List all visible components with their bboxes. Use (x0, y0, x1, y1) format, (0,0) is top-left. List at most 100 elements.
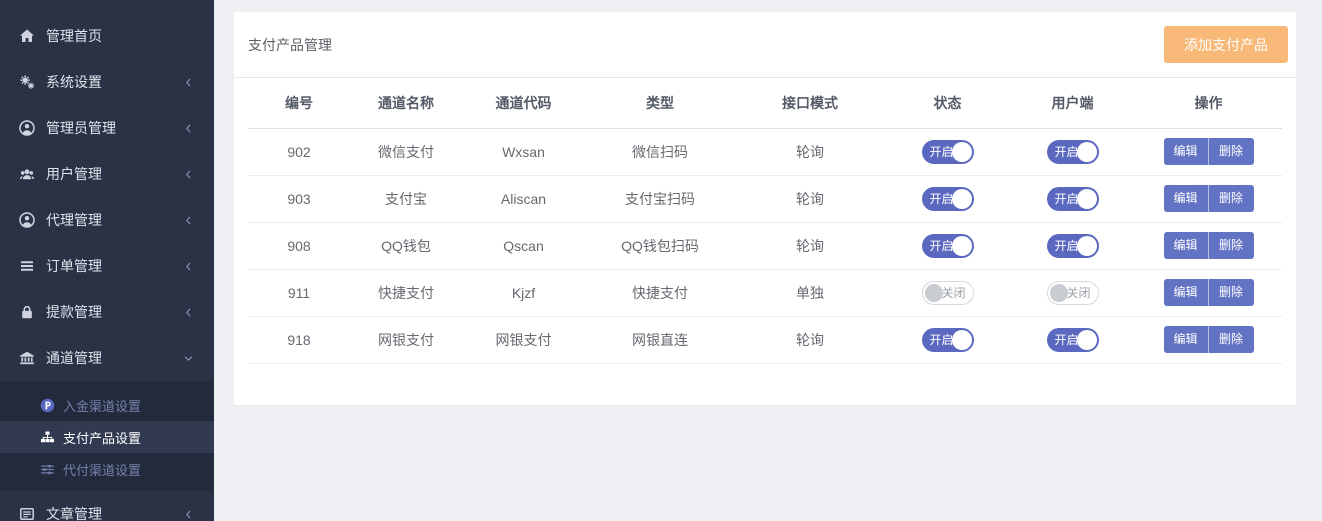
admin-user-icon (19, 120, 35, 136)
sidebar-subitem-payout-channel-settings[interactable]: 代付渠道设置 (0, 453, 214, 485)
sidebar-item-user-management[interactable]: 用户管理 (0, 151, 214, 197)
table-body: 902微信支付Wxsan微信扫码轮询开启开启编辑删除903支付宝Aliscan支… (248, 128, 1282, 363)
table-row: 903支付宝Aliscan支付宝扫码轮询开启开启编辑删除 (248, 175, 1282, 222)
client-toggle[interactable]: 关闭 (1047, 281, 1099, 305)
sidebar-subitem-payment-product-settings[interactable]: 支付产品设置 (0, 421, 214, 453)
status-toggle[interactable]: 开启 (922, 234, 974, 258)
edit-button[interactable]: 编辑 (1164, 326, 1209, 353)
cell-mode: 轮询 (735, 175, 885, 222)
toggle-knob (925, 284, 943, 302)
delete-button[interactable]: 删除 (1209, 326, 1254, 353)
agent-user-icon (19, 212, 35, 228)
cogs-icon (19, 74, 35, 90)
delete-button[interactable]: 删除 (1209, 185, 1254, 212)
chevron-left-icon (180, 506, 196, 521)
delete-button[interactable]: 删除 (1209, 232, 1254, 259)
toggle-knob (1077, 236, 1097, 256)
row-actions: 编辑删除 (1164, 326, 1254, 353)
column-header: 用户端 (1010, 78, 1135, 128)
sidebar-item-system-settings[interactable]: 系统设置 (0, 59, 214, 105)
cell-actions: 编辑删除 (1135, 128, 1282, 175)
table-row: 908QQ钱包QscanQQ钱包扫码轮询开启开启编辑删除 (248, 222, 1282, 269)
cell-status: 关闭 (885, 269, 1010, 316)
cell-id: 903 (248, 175, 350, 222)
sliders-icon (40, 462, 55, 477)
sidebar-item-label: 订单管理 (46, 256, 102, 276)
client-toggle[interactable]: 开启 (1047, 234, 1099, 258)
edit-button[interactable]: 编辑 (1164, 232, 1209, 259)
edit-button[interactable]: 编辑 (1164, 185, 1209, 212)
column-header: 接口模式 (735, 78, 885, 128)
cell-mode: 轮询 (735, 316, 885, 363)
status-toggle[interactable]: 关闭 (922, 281, 974, 305)
cell-name: 快捷支付 (350, 269, 462, 316)
status-toggle[interactable]: 开启 (922, 140, 974, 164)
cell-actions: 编辑删除 (1135, 269, 1282, 316)
cell-name: 微信支付 (350, 128, 462, 175)
toggle-label: 开启 (1055, 240, 1079, 252)
chevron-down-icon (180, 350, 196, 366)
list-icon (19, 258, 35, 274)
add-payment-product-button[interactable]: 添加支付产品 (1164, 26, 1288, 63)
sidebar-subitem-deposit-channel-settings[interactable]: 入金渠道设置 (0, 389, 214, 421)
client-toggle[interactable]: 开启 (1047, 140, 1099, 164)
main-content: 支付产品管理 添加支付产品 编号通道名称通道代码类型接口模式状态用户端操作 90… (214, 0, 1322, 521)
cell-client: 开启 (1010, 222, 1135, 269)
row-actions: 编辑删除 (1164, 232, 1254, 259)
table-head: 编号通道名称通道代码类型接口模式状态用户端操作 (248, 78, 1282, 128)
sidebar-item-label: 系统设置 (46, 72, 102, 92)
toggle-knob (1077, 330, 1097, 350)
edit-button[interactable]: 编辑 (1164, 279, 1209, 306)
cell-code: Aliscan (462, 175, 585, 222)
toggle-label: 开启 (930, 334, 954, 346)
cell-type: 支付宝扫码 (585, 175, 735, 222)
table-row: 902微信支付Wxsan微信扫码轮询开启开启编辑删除 (248, 128, 1282, 175)
sidebar-item-home[interactable]: 管理首页 (0, 13, 214, 59)
chevron-left-icon (180, 258, 196, 274)
cell-mode: 轮询 (735, 128, 885, 175)
toggle-knob (952, 330, 972, 350)
column-header: 通道代码 (462, 78, 585, 128)
sidebar-item-channel-management[interactable]: 通道管理 (0, 335, 214, 381)
sidebar-item-admin-management[interactable]: 管理员管理 (0, 105, 214, 151)
cell-id: 902 (248, 128, 350, 175)
cell-id: 911 (248, 269, 350, 316)
sidebar-item-article-management[interactable]: 文章管理 (0, 491, 214, 521)
sidebar-item-agent-management[interactable]: 代理管理 (0, 197, 214, 243)
delete-button[interactable]: 删除 (1209, 279, 1254, 306)
cell-name: 网银支付 (350, 316, 462, 363)
toggle-knob (952, 142, 972, 162)
chevron-left-icon (180, 120, 196, 136)
status-toggle[interactable]: 开启 (922, 187, 974, 211)
toggle-knob (952, 189, 972, 209)
column-header: 通道名称 (350, 78, 462, 128)
cell-status: 开启 (885, 316, 1010, 363)
cell-id: 918 (248, 316, 350, 363)
column-header: 操作 (1135, 78, 1282, 128)
toggle-label: 开启 (930, 240, 954, 252)
sidebar-item-label: 通道管理 (46, 348, 102, 368)
table-row: 918网银支付网银支付网银直连轮询开启开启编辑删除 (248, 316, 1282, 363)
edit-button[interactable]: 编辑 (1164, 138, 1209, 165)
client-toggle[interactable]: 开启 (1047, 187, 1099, 211)
column-header: 编号 (248, 78, 350, 128)
cell-status: 开启 (885, 222, 1010, 269)
cell-code: Wxsan (462, 128, 585, 175)
payment-products-table: 编号通道名称通道代码类型接口模式状态用户端操作 902微信支付Wxsan微信扫码… (248, 78, 1282, 364)
cell-code: Kjzf (462, 269, 585, 316)
table-row: 911快捷支付Kjzf快捷支付单独关闭关闭编辑删除 (248, 269, 1282, 316)
card-header: 支付产品管理 添加支付产品 (234, 12, 1296, 78)
chevron-left-icon (180, 74, 196, 90)
status-toggle[interactable]: 开启 (922, 328, 974, 352)
delete-button[interactable]: 删除 (1209, 138, 1254, 165)
client-toggle[interactable]: 开启 (1047, 328, 1099, 352)
cell-type: 快捷支付 (585, 269, 735, 316)
cell-mode: 轮询 (735, 222, 885, 269)
cell-client: 开启 (1010, 316, 1135, 363)
sidebar-nav: 管理首页系统设置管理员管理用户管理代理管理订单管理提款管理通道管理入金渠道设置支… (0, 0, 214, 521)
sidebar-item-label: 提款管理 (46, 302, 102, 322)
toggle-label: 开启 (1055, 334, 1079, 346)
cell-name: QQ钱包 (350, 222, 462, 269)
sidebar-item-withdraw-management[interactable]: 提款管理 (0, 289, 214, 335)
sidebar-item-order-management[interactable]: 订单管理 (0, 243, 214, 289)
